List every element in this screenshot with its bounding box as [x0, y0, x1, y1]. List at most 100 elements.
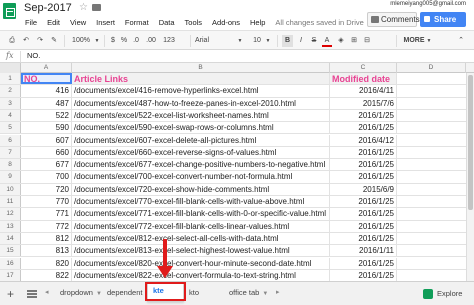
cell-no[interactable]: 770 — [21, 196, 72, 208]
text-color-button[interactable]: A — [322, 35, 332, 47]
all-sheets-icon[interactable] — [27, 290, 37, 298]
menu-format[interactable]: Format — [120, 17, 154, 30]
row-number[interactable]: 12 — [0, 208, 21, 220]
cell-no[interactable]: 812 — [21, 232, 72, 245]
menu-file[interactable]: File — [20, 17, 42, 30]
row-number[interactable]: 16 — [0, 257, 21, 269]
scrollbar-thumb[interactable] — [468, 75, 473, 210]
cell-modified-date[interactable]: 2016/1/25 — [330, 122, 397, 134]
tab-kto-data[interactable]: kto data▼ — [184, 284, 224, 302]
tab-office-tab[interactable]: office tab ▼ — [224, 284, 271, 302]
explore-button[interactable]: Explore — [423, 288, 462, 300]
menu-view[interactable]: View — [65, 17, 91, 30]
select-all-corner[interactable] — [0, 63, 21, 73]
zoom-select[interactable]: 100% — [68, 35, 94, 47]
document-title[interactable]: Sep-2017 — [24, 2, 72, 14]
cell-no[interactable]: 813 — [21, 245, 72, 257]
cell-no[interactable]: 822 — [21, 269, 72, 282]
increase-decimal-button[interactable]: .00 — [143, 35, 159, 47]
row-number[interactable]: 11 — [0, 196, 21, 208]
cell-empty[interactable] — [397, 97, 474, 109]
folder-icon[interactable] — [92, 4, 101, 11]
chevron-down-icon[interactable]: ▼ — [265, 35, 271, 47]
currency-format-button[interactable]: $ — [108, 35, 118, 47]
row-number[interactable]: 13 — [0, 220, 21, 232]
cell-article-link[interactable]: /documents/excel/660-excel-reverse-signs… — [72, 146, 330, 159]
chevron-down-icon[interactable]: ▼ — [94, 35, 100, 47]
cell-no[interactable]: 772 — [21, 220, 72, 232]
cell-modified-date[interactable]: 2016/1/25 — [330, 257, 397, 269]
print-icon[interactable]: ⎙ — [6, 35, 18, 47]
paint-format-icon[interactable]: ✎ — [48, 35, 60, 47]
more-button[interactable]: MORE — [403, 35, 425, 47]
row-number[interactable]: 10 — [0, 183, 21, 195]
cell-empty[interactable] — [397, 196, 474, 208]
add-sheet-icon[interactable]: + — [7, 288, 14, 300]
row-number[interactable]: 4 — [0, 109, 21, 122]
italic-button[interactable]: I — [296, 35, 306, 47]
row-number[interactable]: 3 — [0, 97, 21, 109]
row-number[interactable]: 8 — [0, 159, 21, 171]
chevron-down-icon[interactable]: ▼ — [426, 35, 432, 47]
row-number[interactable]: 6 — [0, 134, 21, 146]
cell-modified-date[interactable]: 2015/7/6 — [330, 97, 397, 109]
row-number[interactable]: 2 — [0, 85, 21, 97]
cell-modified-date[interactable]: 2016/4/11 — [330, 85, 397, 97]
number-format-button[interactable]: 123 — [160, 35, 178, 47]
cell-article-link[interactable]: /documents/excel/822-excel-convert-formu… — [72, 269, 330, 282]
decrease-decimal-button[interactable]: .0 — [130, 35, 142, 47]
cell-modified-date[interactable]: 2016/1/11 — [330, 245, 397, 257]
cell-article-link[interactable]: /documents/excel/812-excel-select-all-ce… — [72, 232, 330, 245]
undo-icon[interactable]: ↶ — [20, 35, 32, 47]
cell-empty[interactable] — [397, 134, 474, 146]
cell-a1[interactable]: NO. — [21, 73, 72, 85]
row-number[interactable]: 7 — [0, 146, 21, 159]
row-number[interactable]: 15 — [0, 245, 21, 257]
cell-empty[interactable] — [397, 171, 474, 183]
cell-article-link[interactable]: /documents/excel/487-how-to-freeze-panes… — [72, 97, 330, 109]
cell-empty[interactable] — [397, 85, 474, 97]
cell-no[interactable]: 522 — [21, 109, 72, 122]
chevron-down-icon[interactable]: ▼ — [237, 35, 243, 47]
cell-empty[interactable] — [397, 232, 474, 245]
comments-button[interactable]: Comments — [367, 12, 420, 27]
collapse-menu-icon[interactable]: ⌃ — [456, 35, 466, 47]
cell-empty[interactable] — [397, 220, 474, 232]
row-number[interactable]: 9 — [0, 171, 21, 183]
tab-dropdown[interactable]: dropdown ▼ — [55, 284, 102, 302]
cell-article-link[interactable]: /documents/excel/607-excel-delete-all-pi… — [72, 134, 330, 146]
cell-article-link[interactable]: /documents/excel/813-excel-select-highes… — [72, 245, 330, 257]
chevron-right-icon[interactable]: ▸ — [276, 288, 280, 296]
cell-article-link[interactable]: /documents/excel/720-excel-show-hide-com… — [72, 183, 330, 195]
cell-modified-date[interactable]: 2016/1/25 — [330, 146, 397, 159]
menu-data[interactable]: Data — [154, 17, 180, 30]
cell-modified-date[interactable]: 2016/4/12 — [330, 134, 397, 146]
cell-no[interactable]: 771 — [21, 208, 72, 220]
account-email[interactable]: mlemeiyang005@gmail.com — [390, 1, 466, 7]
cell-c1[interactable]: Modified date — [330, 73, 397, 85]
cell-empty[interactable] — [397, 269, 474, 282]
column-header-a[interactable]: A — [21, 63, 72, 73]
cell-article-link[interactable]: /documents/excel/820-excel-convert-hour-… — [72, 257, 330, 269]
cell-article-link[interactable]: /documents/excel/522-excel-list-workshee… — [72, 109, 330, 122]
cell-modified-date[interactable]: 2015/6/9 — [330, 183, 397, 195]
column-header-b[interactable]: B — [72, 63, 330, 73]
cell-empty[interactable] — [397, 257, 474, 269]
column-header-d[interactable]: D — [397, 63, 466, 73]
menu-tools[interactable]: Tools — [180, 17, 208, 30]
font-select[interactable]: Arial — [195, 35, 225, 47]
font-size-select[interactable]: 10 — [250, 35, 264, 47]
cell-no[interactable]: 820 — [21, 257, 72, 269]
bold-button[interactable]: B — [282, 35, 293, 47]
cell-no[interactable]: 660 — [21, 146, 72, 159]
cell-empty[interactable] — [397, 146, 474, 159]
cell-no[interactable]: 590 — [21, 122, 72, 134]
column-header-c[interactable]: C — [330, 63, 397, 73]
menu-addons[interactable]: Add-ons — [207, 17, 245, 30]
cell-no[interactable]: 416 — [21, 85, 72, 97]
star-icon[interactable]: ☆ — [79, 2, 88, 13]
share-button[interactable]: Share — [420, 12, 466, 27]
sheets-logo-icon[interactable] — [3, 3, 16, 19]
row-number[interactable]: 17 — [0, 269, 21, 282]
cell-no[interactable]: 720 — [21, 183, 72, 195]
